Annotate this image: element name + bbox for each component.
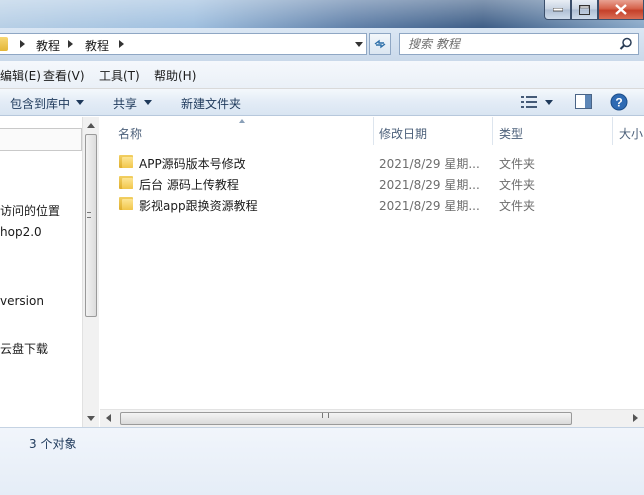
list-item[interactable]: 后台 源码上传教程 2021/8/29 星期... 文件夹 bbox=[117, 173, 587, 193]
refresh-button[interactable] bbox=[369, 33, 391, 55]
preview-pane-icon[interactable] bbox=[575, 94, 592, 109]
menu-help[interactable]: 帮助(H) bbox=[154, 67, 196, 84]
maximize-button[interactable] bbox=[571, 0, 598, 20]
scroll-left-icon[interactable] bbox=[106, 414, 111, 422]
caption-buttons bbox=[544, 0, 644, 20]
include-in-library-button[interactable]: 包含到库中 bbox=[10, 95, 70, 112]
column-divider[interactable] bbox=[612, 117, 613, 145]
file-name: APP源码版本号修改 bbox=[139, 157, 246, 171]
command-bar: 包含到库中 共享 新建文件夹 ? bbox=[0, 89, 644, 116]
scroll-thumb[interactable] bbox=[85, 134, 97, 317]
nav-selected-item[interactable] bbox=[0, 128, 82, 151]
horizontal-scrollbar[interactable] bbox=[100, 409, 644, 427]
item-count: 3 个对象 bbox=[29, 437, 77, 451]
file-name: 后台 源码上传教程 bbox=[139, 178, 239, 192]
minimize-icon bbox=[552, 7, 563, 11]
svg-text:?: ? bbox=[615, 96, 622, 110]
search-box[interactable] bbox=[399, 33, 639, 55]
file-date: 2021/8/29 星期... bbox=[379, 157, 480, 171]
column-divider[interactable] bbox=[373, 117, 374, 145]
file-date: 2021/8/29 星期... bbox=[379, 178, 480, 192]
scroll-grip bbox=[322, 413, 329, 418]
menu-bar: 编辑(E) 查看(V) 工具(T) 帮助(H) bbox=[0, 61, 644, 89]
menu-tools[interactable]: 工具(T) bbox=[99, 67, 140, 84]
nav-vertical-scrollbar[interactable] bbox=[82, 117, 99, 427]
column-header-date[interactable]: 修改日期 bbox=[379, 117, 427, 145]
new-folder-button[interactable]: 新建文件夹 bbox=[181, 95, 241, 112]
help-icon[interactable]: ? bbox=[610, 93, 628, 111]
file-type: 文件夹 bbox=[499, 157, 536, 171]
file-list[interactable]: 名称 修改日期 类型 大小 APP源码版本号修改 2021/8/29 星期...… bbox=[100, 117, 644, 409]
folder-icon bbox=[119, 176, 133, 189]
address-dropdown-icon[interactable] bbox=[355, 42, 363, 47]
menu-view[interactable]: 查看(V) bbox=[43, 67, 85, 84]
file-type: 文件夹 bbox=[499, 178, 536, 192]
chevron-down-icon[interactable] bbox=[144, 100, 152, 105]
address-bar[interactable]: 教程 教程 bbox=[0, 33, 367, 55]
menu-edit[interactable]: 编辑(E) bbox=[0, 67, 41, 84]
scroll-thumb[interactable] bbox=[120, 412, 572, 425]
chevron-right-icon[interactable] bbox=[68, 40, 73, 48]
scroll-grip bbox=[87, 212, 91, 218]
breadcrumb-item[interactable]: 教程 bbox=[85, 37, 109, 54]
column-header-name[interactable]: 名称 bbox=[118, 117, 142, 145]
chevron-right-icon[interactable] bbox=[20, 40, 25, 48]
maximize-icon bbox=[579, 4, 590, 15]
search-input[interactable] bbox=[408, 36, 608, 52]
folder-icon bbox=[119, 155, 133, 168]
folder-icon bbox=[119, 197, 133, 210]
file-name: 影视app跟换资源教程 bbox=[139, 199, 258, 213]
chevron-down-icon[interactable] bbox=[76, 100, 84, 105]
title-bar bbox=[0, 0, 644, 28]
sort-ascending-icon bbox=[239, 119, 245, 123]
details-pane: 3 个对象 bbox=[0, 427, 644, 495]
nav-item-recent-places[interactable]: 访问的位置 bbox=[0, 202, 60, 219]
nav-item-cloud-download[interactable]: 云盘下载 bbox=[0, 340, 48, 357]
chevron-right-icon[interactable] bbox=[119, 40, 124, 48]
list-item[interactable]: APP源码版本号修改 2021/8/29 星期... 文件夹 bbox=[117, 152, 587, 172]
scroll-right-icon[interactable] bbox=[633, 414, 638, 422]
file-type: 文件夹 bbox=[499, 199, 536, 213]
column-header-size[interactable]: 大小 bbox=[619, 117, 643, 145]
file-date: 2021/8/29 星期... bbox=[379, 199, 480, 213]
nav-item-shop[interactable]: hop2.0 bbox=[0, 225, 42, 239]
search-icon[interactable] bbox=[619, 37, 633, 51]
view-dropdown-icon[interactable] bbox=[545, 100, 553, 105]
view-options-icon[interactable] bbox=[521, 96, 537, 108]
folder-icon bbox=[0, 37, 8, 51]
scroll-up-icon[interactable] bbox=[87, 123, 95, 128]
close-button[interactable] bbox=[598, 0, 644, 20]
breadcrumb-item[interactable]: 教程 bbox=[36, 37, 60, 54]
refresh-icon bbox=[374, 39, 386, 49]
address-row: 教程 教程 bbox=[0, 28, 644, 61]
close-icon bbox=[615, 4, 627, 15]
column-divider[interactable] bbox=[492, 117, 493, 145]
column-header-type[interactable]: 类型 bbox=[499, 117, 523, 145]
nav-item-version[interactable]: version bbox=[0, 294, 44, 308]
minimize-button[interactable] bbox=[544, 0, 571, 20]
scroll-down-icon[interactable] bbox=[87, 416, 95, 421]
share-button[interactable]: 共享 bbox=[113, 95, 137, 112]
list-item[interactable]: 影视app跟换资源教程 2021/8/29 星期... 文件夹 bbox=[117, 194, 587, 214]
